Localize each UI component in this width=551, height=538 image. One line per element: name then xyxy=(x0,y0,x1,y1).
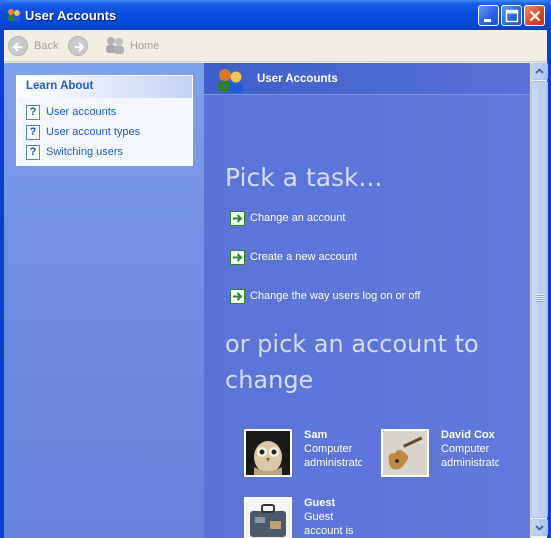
task-label: Change the way users log on or off xyxy=(250,290,421,302)
scrollbar-grip-icon xyxy=(536,294,544,302)
task-label: Change an account xyxy=(250,212,346,224)
learn-item-user-account-types[interactable]: ? User account types xyxy=(26,124,140,140)
user-accounts-window: User Accounts Back Home Learn About ? Us… xyxy=(0,0,551,538)
suitcase-picture xyxy=(244,497,292,538)
scrollbar-thumb[interactable] xyxy=(531,81,548,518)
scroll-up-button[interactable] xyxy=(531,63,548,80)
learn-item-switching-users[interactable]: ? Switching users xyxy=(26,144,123,160)
account-name: Sam xyxy=(304,429,328,441)
task-change-account[interactable]: Change an account xyxy=(230,210,345,226)
learn-item-label: User account types xyxy=(46,126,141,138)
green-arrow-icon xyxy=(230,249,245,265)
task-label: Create a new account xyxy=(250,251,358,263)
forward-button[interactable] xyxy=(68,35,88,57)
window-title: User Accounts xyxy=(25,8,117,23)
navigation-toolbar: Back Home xyxy=(4,30,547,62)
learn-about-box: Learn About ? User accounts ? User accou… xyxy=(16,75,193,166)
user-accounts-header-icon xyxy=(216,67,246,93)
green-arrow-icon xyxy=(230,288,245,304)
forward-arrow-icon xyxy=(68,36,88,56)
help-icon: ? xyxy=(26,144,40,160)
back-label: Back xyxy=(34,40,59,52)
help-icon: ? xyxy=(26,104,40,120)
task-change-logon[interactable]: Change the way users log on or off xyxy=(230,288,420,304)
home-label: Home xyxy=(130,40,160,52)
minimize-button[interactable] xyxy=(478,5,499,26)
back-button[interactable]: Back xyxy=(8,35,58,57)
maximize-button[interactable] xyxy=(501,5,522,26)
account-description: Guest account is off xyxy=(304,511,354,537)
account-sam[interactable]: Sam Computer administratc xyxy=(244,429,369,479)
learn-item-label: User accounts xyxy=(46,106,117,118)
learn-about-title: Learn About xyxy=(17,76,192,98)
account-guest[interactable]: Guest Guest account is off xyxy=(244,497,369,538)
green-arrow-icon xyxy=(230,210,245,226)
learn-item-user-accounts[interactable]: ? User accounts xyxy=(26,104,116,120)
owl-picture xyxy=(244,429,292,477)
user-accounts-icon xyxy=(6,7,22,23)
home-button[interactable]: Home xyxy=(104,35,159,57)
main-pane: User Accounts Pick a task... Change an a… xyxy=(204,63,530,538)
learn-item-label: Switching users xyxy=(46,146,124,158)
task-create-account[interactable]: Create a new account xyxy=(230,249,357,265)
account-david-cox[interactable]: David Cox Computer administratc xyxy=(381,429,506,479)
title-bar[interactable]: User Accounts xyxy=(0,0,551,30)
vertical-scrollbar[interactable] xyxy=(530,63,548,538)
back-arrow-icon xyxy=(8,36,28,56)
tasks-pane: Learn About ? User accounts ? User accou… xyxy=(4,63,204,538)
account-description: Computer administratc xyxy=(441,443,499,469)
account-name: Guest xyxy=(304,497,336,509)
main-header: User Accounts xyxy=(204,63,530,95)
account-description: Computer administratc xyxy=(304,443,362,469)
pick-account-heading: or pick an account to change xyxy=(225,330,479,394)
close-button[interactable] xyxy=(524,5,545,26)
account-name: David Cox xyxy=(441,429,495,441)
window-client-area: Back Home Learn About ? User accounts ? … xyxy=(4,30,548,538)
main-header-title: User Accounts xyxy=(257,73,338,85)
scroll-down-button[interactable] xyxy=(531,519,548,536)
help-icon: ? xyxy=(26,124,40,140)
guitar-picture xyxy=(381,429,429,477)
home-users-icon xyxy=(104,36,126,57)
pick-task-heading: Pick a task... xyxy=(225,163,383,192)
